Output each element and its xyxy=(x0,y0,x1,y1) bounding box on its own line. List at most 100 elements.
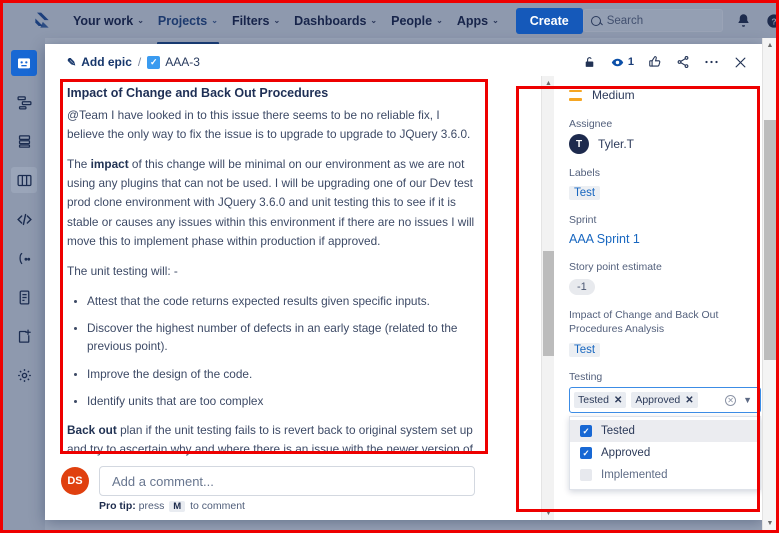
add-epic-link[interactable]: ✎ Add epic xyxy=(67,55,132,69)
remove-chip-icon[interactable]: ✕ xyxy=(614,395,622,406)
scroll-up-icon[interactable]: ▲ xyxy=(542,76,555,90)
top-nav-right-group: ? xyxy=(582,9,779,32)
share-icon[interactable] xyxy=(676,55,690,69)
add-shortcut-icon[interactable] xyxy=(11,323,37,349)
search-input[interactable] xyxy=(606,14,715,27)
roadmap-icon[interactable] xyxy=(11,89,37,115)
breadcrumb-separator: / xyxy=(137,55,142,69)
scroll-up-icon[interactable]: ▲ xyxy=(763,38,777,52)
list-intro: The unit testing will: - xyxy=(67,263,178,278)
comment-bar: DS Pro tip: press M to comment xyxy=(45,460,497,520)
labels-label: Labels xyxy=(569,167,600,179)
impact-analysis-field: Impact of Change and Back Out Procedures… xyxy=(569,308,764,358)
nav-item-people[interactable]: People ⌄ xyxy=(384,6,450,36)
assignee-value-row[interactable]: T Tyler.T xyxy=(569,134,764,154)
svg-text:?: ? xyxy=(771,16,776,26)
assignee-name: Tyler.T xyxy=(598,137,635,151)
list-item: Identify units that are too complex xyxy=(87,392,475,410)
nav-label: Projects xyxy=(157,13,208,28)
project-sidebar xyxy=(3,38,45,530)
chevron-down-icon: ⌄ xyxy=(436,16,443,25)
description-scrollbar[interactable]: ▲ ▼ xyxy=(541,76,554,520)
testing-option-approved[interactable]: ✓ Approved xyxy=(570,442,760,464)
modal-body: Impact of Change and Back Out Procedures… xyxy=(45,76,764,520)
nav-label: Apps xyxy=(456,13,489,28)
checkbox-checked-icon[interactable]: ✓ xyxy=(580,425,592,438)
testing-option-implemented[interactable]: Implemented xyxy=(570,464,760,486)
nav-item-projects[interactable]: Projects ⌄ xyxy=(151,6,225,45)
thumbs-up-icon[interactable] xyxy=(648,55,662,69)
scroll-down-icon[interactable]: ▼ xyxy=(542,506,555,520)
impact-analysis-value[interactable]: Test xyxy=(569,343,601,358)
chevron-down-icon: ⌄ xyxy=(211,16,218,25)
checkbox-checked-icon[interactable]: ✓ xyxy=(580,447,592,460)
add-epic-label: Add epic xyxy=(81,55,132,69)
close-icon[interactable] xyxy=(733,55,748,70)
watch-eye-icon[interactable]: 1 xyxy=(610,56,634,69)
chevron-down-icon: ⌄ xyxy=(273,16,281,25)
nav-item-your-work[interactable]: Your work ⌄ xyxy=(66,6,151,36)
label-chip[interactable]: Test xyxy=(569,186,601,200)
description-paragraph-1: @Team I have looked in to this issue the… xyxy=(67,108,471,142)
remove-chip-icon[interactable]: ✕ xyxy=(685,395,693,406)
page-scrollbar[interactable]: ▲ ▼ xyxy=(762,38,776,530)
testing-multiselect[interactable]: Tested ✕ Approved ✕ ✕ ▼ xyxy=(569,387,761,414)
project-settings-icon[interactable] xyxy=(11,362,37,388)
pages-icon[interactable] xyxy=(11,284,37,310)
breadcrumb-issue-key[interactable]: ✓ AAA-3 xyxy=(147,55,200,69)
list-item: Discover the highest number of defects i… xyxy=(87,319,475,356)
checkbox-unchecked-icon[interactable] xyxy=(580,469,592,482)
project-avatar-icon[interactable] xyxy=(11,50,37,76)
watch-count-label: 1 xyxy=(627,56,634,68)
nav-item-dashboards[interactable]: Dashboards ⌄ xyxy=(287,6,384,36)
testing-chip[interactable]: Approved ✕ xyxy=(631,392,698,409)
clear-circle-icon[interactable]: ✕ xyxy=(725,394,737,406)
list-item: Attest that the code returns expected re… xyxy=(87,292,475,310)
board-icon[interactable] xyxy=(11,167,37,193)
modal-header: ✎ Add epic / ✓ AAA-3 1 xyxy=(45,44,764,76)
sprint-link[interactable]: AAA Sprint 1 xyxy=(569,232,640,246)
sprint-field: Sprint AAA Sprint 1 xyxy=(569,214,764,248)
breadcrumb: ✎ Add epic / ✓ AAA-3 xyxy=(67,55,200,69)
nav-item-apps[interactable]: Apps ⌄ xyxy=(450,6,506,36)
task-checkbox-icon: ✓ xyxy=(147,55,161,69)
nav-label: Filters xyxy=(231,13,270,28)
lock-icon[interactable] xyxy=(583,55,596,69)
option-label: Tested xyxy=(601,425,635,438)
comment-input[interactable] xyxy=(99,466,475,496)
scrollbar-thumb[interactable] xyxy=(543,251,554,356)
nav-item-filters[interactable]: Filters ⌄ xyxy=(225,6,287,36)
testing-option-tested[interactable]: ✓ Tested xyxy=(570,420,760,443)
jira-logo-icon[interactable] xyxy=(32,11,52,31)
issue-detail-modal: ✎ Add epic / ✓ AAA-3 1 Impact of Change … xyxy=(45,44,764,520)
option-label: Approved xyxy=(601,447,651,460)
para2-pre: The xyxy=(67,157,91,172)
more-options-icon[interactable] xyxy=(704,59,719,65)
assignee-label: Assignee xyxy=(569,118,613,130)
screen-root: Your work ⌄ Projects ⌄ Filters ⌄ Dashboa… xyxy=(0,0,779,533)
chevron-down-icon[interactable]: ▼ xyxy=(743,395,752,405)
description-body: Impact of Change and Back Out Procedures… xyxy=(45,76,497,460)
avatar: T xyxy=(569,134,589,154)
bell-icon[interactable] xyxy=(735,12,753,30)
testing-options-dropdown: ✓ Tested ✓ Approved Implemented xyxy=(569,416,761,491)
releases-icon[interactable] xyxy=(11,245,37,271)
para2-post: of this change will be minimal on our en… xyxy=(67,157,475,248)
chevron-down-icon: ⌄ xyxy=(137,16,144,25)
help-circle-icon[interactable]: ? xyxy=(765,12,779,30)
description-column: Impact of Change and Back Out Procedures… xyxy=(45,76,497,520)
testing-chip[interactable]: Tested ✕ xyxy=(574,392,627,409)
global-search[interactable] xyxy=(582,9,723,32)
code-icon[interactable] xyxy=(11,206,37,232)
description-title: Impact of Change and Back Out Procedures xyxy=(67,86,329,100)
top-navigation-bar: Your work ⌄ Projects ⌄ Filters ⌄ Dashboa… xyxy=(3,3,779,45)
pro-tip-pre: press xyxy=(135,500,168,512)
story-point-value[interactable]: -1 xyxy=(569,279,595,295)
create-button[interactable]: Create xyxy=(515,7,583,34)
scroll-down-icon[interactable]: ▼ xyxy=(763,516,777,530)
priority-field[interactable]: Medium xyxy=(569,88,764,102)
search-icon xyxy=(590,15,601,26)
backlog-icon[interactable] xyxy=(11,128,37,154)
scrollbar-thumb[interactable] xyxy=(764,120,776,360)
apps-grid-icon[interactable] xyxy=(19,13,22,29)
